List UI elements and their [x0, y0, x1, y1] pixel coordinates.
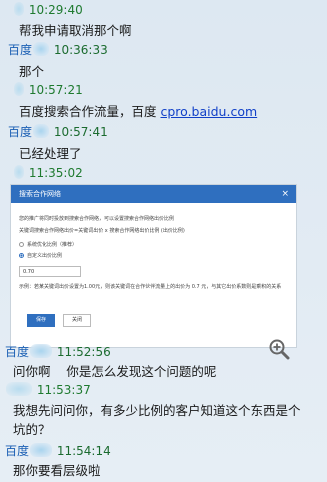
contact-name-redacted — [6, 382, 32, 396]
message-time: 10:57:41 — [53, 125, 108, 139]
ratio-input: 0.70 — [19, 266, 81, 277]
message-header: 百度 10:57:41 — [8, 124, 108, 140]
screenshot-image[interactable]: 搜索合作网络 × 您的推广将同时投放到搜索合作网络，可以设置搜索合作网络出价比例… — [10, 184, 297, 348]
message-text[interactable]: 帮我申请取消那个啊 — [19, 21, 132, 40]
message-header: 百度 10:36:33 — [8, 42, 108, 58]
save-button: 保存 — [27, 314, 55, 327]
message-time: 10:57:21 — [28, 83, 83, 97]
message-text[interactable]: 问你啊 你是怎么发现这个问题的呢 — [13, 362, 216, 381]
dialog-title-text: 搜索合作网络 — [19, 190, 61, 198]
message-text-prefix: 百度搜索合作流量，百度 — [19, 104, 161, 119]
message-time: 11:35:02 — [28, 166, 83, 180]
sender-name: 百度 — [5, 444, 30, 458]
radio-option-system: 系统优化比例（推荐） — [19, 241, 77, 248]
radio-option-custom: 自定义出价比例 — [19, 252, 62, 259]
message-line: 我想先问问你，有多少比例的客户知道这个东西是个 — [13, 403, 301, 418]
message-line: 坑的？ — [13, 422, 51, 437]
sender-name: 百度 — [8, 125, 33, 139]
message-time: 10:29:40 — [28, 3, 83, 17]
message-header: 10:57:21 — [13, 82, 83, 98]
radio-label: 系统优化比例（推荐） — [27, 242, 78, 248]
message-text[interactable]: 那个 — [19, 62, 44, 81]
message-header: 百度 11:52:56 — [5, 344, 111, 360]
radio-label: 自定义出价比例 — [27, 253, 63, 259]
contact-name-redacted — [30, 344, 53, 358]
message-header: 百度 11:54:14 — [5, 443, 111, 459]
message-time: 11:54:14 — [56, 444, 111, 458]
message-text[interactable]: 那你要看层级啦 — [13, 461, 101, 480]
sender-name: 百度 — [5, 345, 30, 359]
contact-name-redacted — [14, 165, 24, 179]
message-header: 11:53:37 — [5, 382, 91, 398]
sender-name: 百度 — [8, 43, 33, 57]
contact-name-redacted — [33, 124, 50, 138]
contact-name-redacted — [33, 42, 50, 56]
chat-history: 10:29:40 帮我申请取消那个啊 百度 10:36:33 那个 10:57:… — [0, 0, 327, 482]
message-text[interactable]: 已经处理了 — [19, 144, 82, 163]
message-time: 11:53:37 — [36, 383, 91, 397]
message-header: 10:29:40 — [13, 2, 83, 18]
contact-name-redacted — [14, 82, 24, 96]
cpro-link[interactable]: cpro.baidu.com — [160, 104, 257, 119]
dialog-note: 示例：若某关键词出价设置为1.00元，则该关键词在合作伙伴流量上的出价为 0.7… — [19, 284, 282, 290]
message-header: 11:35:02 — [13, 165, 83, 181]
message-text[interactable]: 百度搜索合作流量，百度 cpro.baidu.com — [19, 102, 257, 121]
message-text[interactable]: 我想先问问你，有多少比例的客户知道这个东西是个 坑的？ — [13, 401, 301, 439]
close-icon: × — [281, 189, 289, 199]
dialog-formula: 关键词搜索合作网络出价=关键词出价 x 搜索合作网络出价比例 (出价比例) — [19, 228, 185, 234]
radio-selected-icon — [19, 253, 24, 258]
cancel-button: 关闭 — [63, 314, 91, 327]
contact-name-redacted — [14, 2, 24, 16]
contact-name-redacted — [30, 443, 53, 457]
zoom-in-icon[interactable] — [268, 338, 290, 360]
dialog-description: 您的推广将同时投放到搜索合作网络，可以设置搜索合作网络出价比例 — [19, 216, 175, 222]
message-time: 10:36:33 — [53, 43, 108, 57]
dialog-title: 搜索合作网络 × — [11, 185, 296, 203]
message-time: 11:52:56 — [56, 345, 111, 359]
radio-icon — [19, 242, 24, 247]
